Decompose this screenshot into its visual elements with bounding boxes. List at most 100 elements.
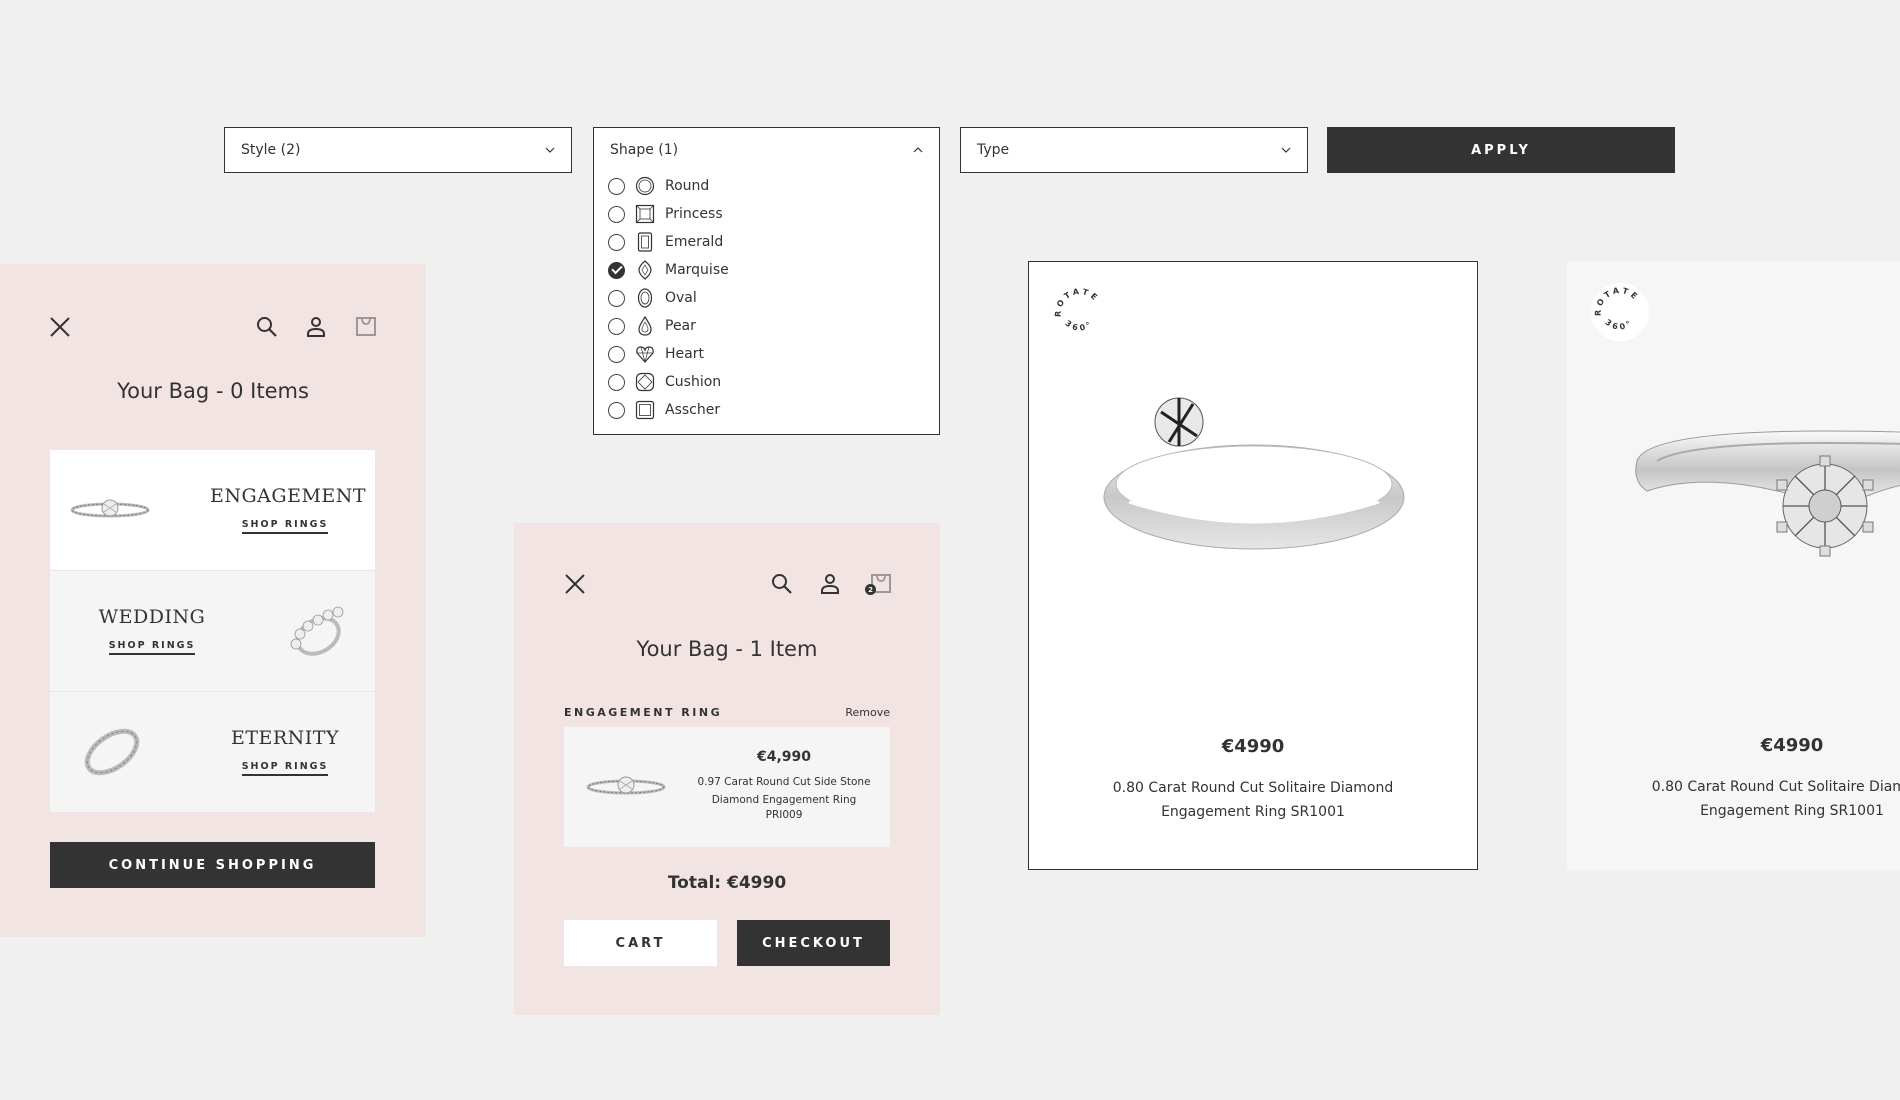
chevron-down-icon — [545, 147, 555, 153]
radio-unchecked[interactable] — [608, 205, 625, 223]
princess-diamond-icon — [635, 204, 655, 224]
shape-filter-header[interactable]: Shape (1) — [594, 128, 939, 172]
shape-option-oval[interactable]: Oval — [608, 284, 925, 312]
svg-text:360°: 360° — [1603, 317, 1635, 332]
full-bag-panel: 2 Your Bag - 1 Item ENGAGEMENT RING Remo… — [514, 523, 940, 1015]
item-name: 0.97 Carat Round Cut Side Stone Diamond … — [697, 776, 871, 806]
product-price: €4990 — [1221, 736, 1285, 757]
marquise-diamond-icon — [638, 260, 652, 280]
bag-icon[interactable] — [355, 315, 377, 337]
category-name: ENGAGEMENT — [210, 485, 367, 507]
checkout-button[interactable]: CHECKOUT — [737, 920, 890, 966]
category-card-engagement[interactable]: ENGAGEMENT SHOP RINGS — [50, 450, 375, 570]
engagement-ring-image — [586, 776, 666, 795]
shape-option-pear[interactable]: Pear — [608, 312, 925, 340]
shape-option-label: Princess — [665, 206, 723, 222]
cart-button[interactable]: CART — [564, 920, 717, 966]
type-filter-label: Type — [977, 142, 1010, 158]
type-filter-dropdown[interactable]: Type — [960, 127, 1308, 173]
bag-title: Your Bag - 1 Item — [636, 637, 818, 661]
bag-count-badge: 2 — [865, 584, 876, 595]
category-card-wedding[interactable]: WEDDING SHOP RINGS — [50, 571, 375, 691]
rotate-360-button[interactable]: ROTATE 360° — [1591, 283, 1649, 341]
shape-option-label: Oval — [665, 290, 697, 306]
oval-diamond-icon — [637, 288, 653, 308]
bag-item-card: €4,990 0.97 Carat Round Cut Side Stone D… — [564, 727, 890, 847]
radio-unchecked[interactable] — [608, 317, 625, 335]
heart-diamond-icon — [636, 346, 654, 363]
category-card-eternity[interactable]: ETERNITY SHOP RINGS — [50, 692, 375, 812]
type-filter-header[interactable]: Type — [961, 128, 1307, 172]
remove-link[interactable]: Remove — [845, 706, 890, 719]
account-icon[interactable] — [819, 573, 841, 595]
rotate-label: ROTATE — [1593, 286, 1638, 316]
shape-option-round[interactable]: Round — [608, 172, 925, 200]
style-filter-label: Style (2) — [241, 142, 301, 158]
empty-bag-panel: Your Bag - 0 Items ENGAGEMENT SHOP RINGS… — [0, 264, 426, 937]
radio-unchecked[interactable] — [608, 401, 625, 419]
search-icon[interactable] — [256, 316, 278, 338]
style-filter-dropdown[interactable]: Style (2) — [224, 127, 572, 173]
rotate-360-button[interactable]: ROTATE 360° — [1051, 284, 1109, 342]
radio-unchecked[interactable] — [608, 345, 625, 363]
cushion-diamond-icon — [635, 372, 655, 392]
category-name: ETERNITY — [230, 727, 340, 749]
shape-option-label: Heart — [665, 346, 704, 362]
continue-shopping-button[interactable]: CONTINUE SHOPPING — [50, 842, 375, 888]
wedding-ring-image — [290, 606, 344, 656]
radio-unchecked[interactable] — [608, 289, 625, 307]
style-filter-header[interactable]: Style (2) — [225, 128, 571, 172]
svg-text:360°: 360° — [1063, 318, 1095, 333]
product-name[interactable]: 0.80 Carat Round Cut Solitaire Diamond E… — [1029, 776, 1477, 824]
shape-option-label: Asscher — [665, 402, 721, 418]
shape-option-label: Marquise — [665, 262, 729, 278]
radio-checked[interactable] — [608, 261, 625, 279]
radio-unchecked[interactable] — [608, 373, 625, 391]
shape-filter-dropdown[interactable]: Shape (1) Round Princess Emerald Marquise Ov… — [593, 127, 940, 435]
chevron-down-icon — [1281, 147, 1291, 153]
item-sku: PRI009 — [765, 809, 803, 821]
svg-text:ROTATE: ROTATE — [1593, 286, 1641, 316]
shape-option-label: Pear — [665, 318, 696, 334]
shop-rings-link[interactable]: SHOP RINGS — [210, 519, 360, 534]
rotate-360-icon: ROTATE 360° — [1593, 286, 1641, 332]
product-card[interactable]: ROTATE 360° €4990 0.80 Carat Round Cut S… — [1567, 261, 1900, 870]
asscher-diamond-icon — [635, 400, 655, 420]
search-icon[interactable] — [771, 573, 793, 595]
chevron-up-icon — [913, 147, 923, 153]
shape-option-heart[interactable]: Heart — [608, 340, 925, 368]
bag-total: Total: €4990 — [667, 873, 787, 893]
rotate-degree-label: 360° — [1603, 317, 1632, 332]
shape-option-label: Emerald — [665, 234, 724, 250]
emerald-diamond-icon — [637, 232, 653, 252]
product-price: €4990 — [1760, 735, 1824, 756]
product-ring-image — [1635, 430, 1900, 557]
shape-options-list: Round Princess Emerald Marquise Oval Pear Hear… — [594, 172, 939, 424]
apply-button[interactable]: APPLY — [1327, 127, 1675, 173]
shape-option-asscher[interactable]: Asscher — [608, 396, 925, 424]
product-name[interactable]: 0.80 Carat Round Cut Solitaire Diamond E… — [1567, 775, 1900, 823]
radio-unchecked[interactable] — [608, 233, 625, 251]
item-price: €4,990 — [756, 749, 812, 765]
shape-option-label: Round — [665, 178, 710, 194]
product-ring-image — [1103, 397, 1405, 550]
round-diamond-icon — [635, 176, 655, 196]
shop-rings-link[interactable]: SHOP RINGS — [210, 761, 360, 776]
rotate-label: ROTATE — [1053, 287, 1098, 317]
close-icon[interactable] — [564, 573, 586, 595]
product-card[interactable]: ROTATE 360° €4990 0.80 Carat Round Cut S… — [1028, 261, 1478, 870]
eternity-ring-image — [84, 728, 140, 776]
shape-option-cushion[interactable]: Cushion — [608, 368, 925, 396]
radio-unchecked[interactable] — [608, 177, 625, 195]
category-name: WEDDING — [98, 606, 206, 628]
shape-option-princess[interactable]: Princess — [608, 200, 925, 228]
close-icon[interactable] — [49, 316, 71, 338]
shape-filter-label: Shape (1) — [610, 142, 679, 158]
shape-option-emerald[interactable]: Emerald — [608, 228, 925, 256]
rotate-360-icon: ROTATE 360° — [1053, 287, 1098, 333]
account-icon[interactable] — [305, 316, 327, 338]
bag-button[interactable]: 2 — [865, 572, 892, 596]
bag-title: Your Bag - 0 Items — [117, 379, 309, 403]
shop-rings-link[interactable]: SHOP RINGS — [77, 640, 227, 655]
shape-option-marquise[interactable]: Marquise — [608, 256, 925, 284]
